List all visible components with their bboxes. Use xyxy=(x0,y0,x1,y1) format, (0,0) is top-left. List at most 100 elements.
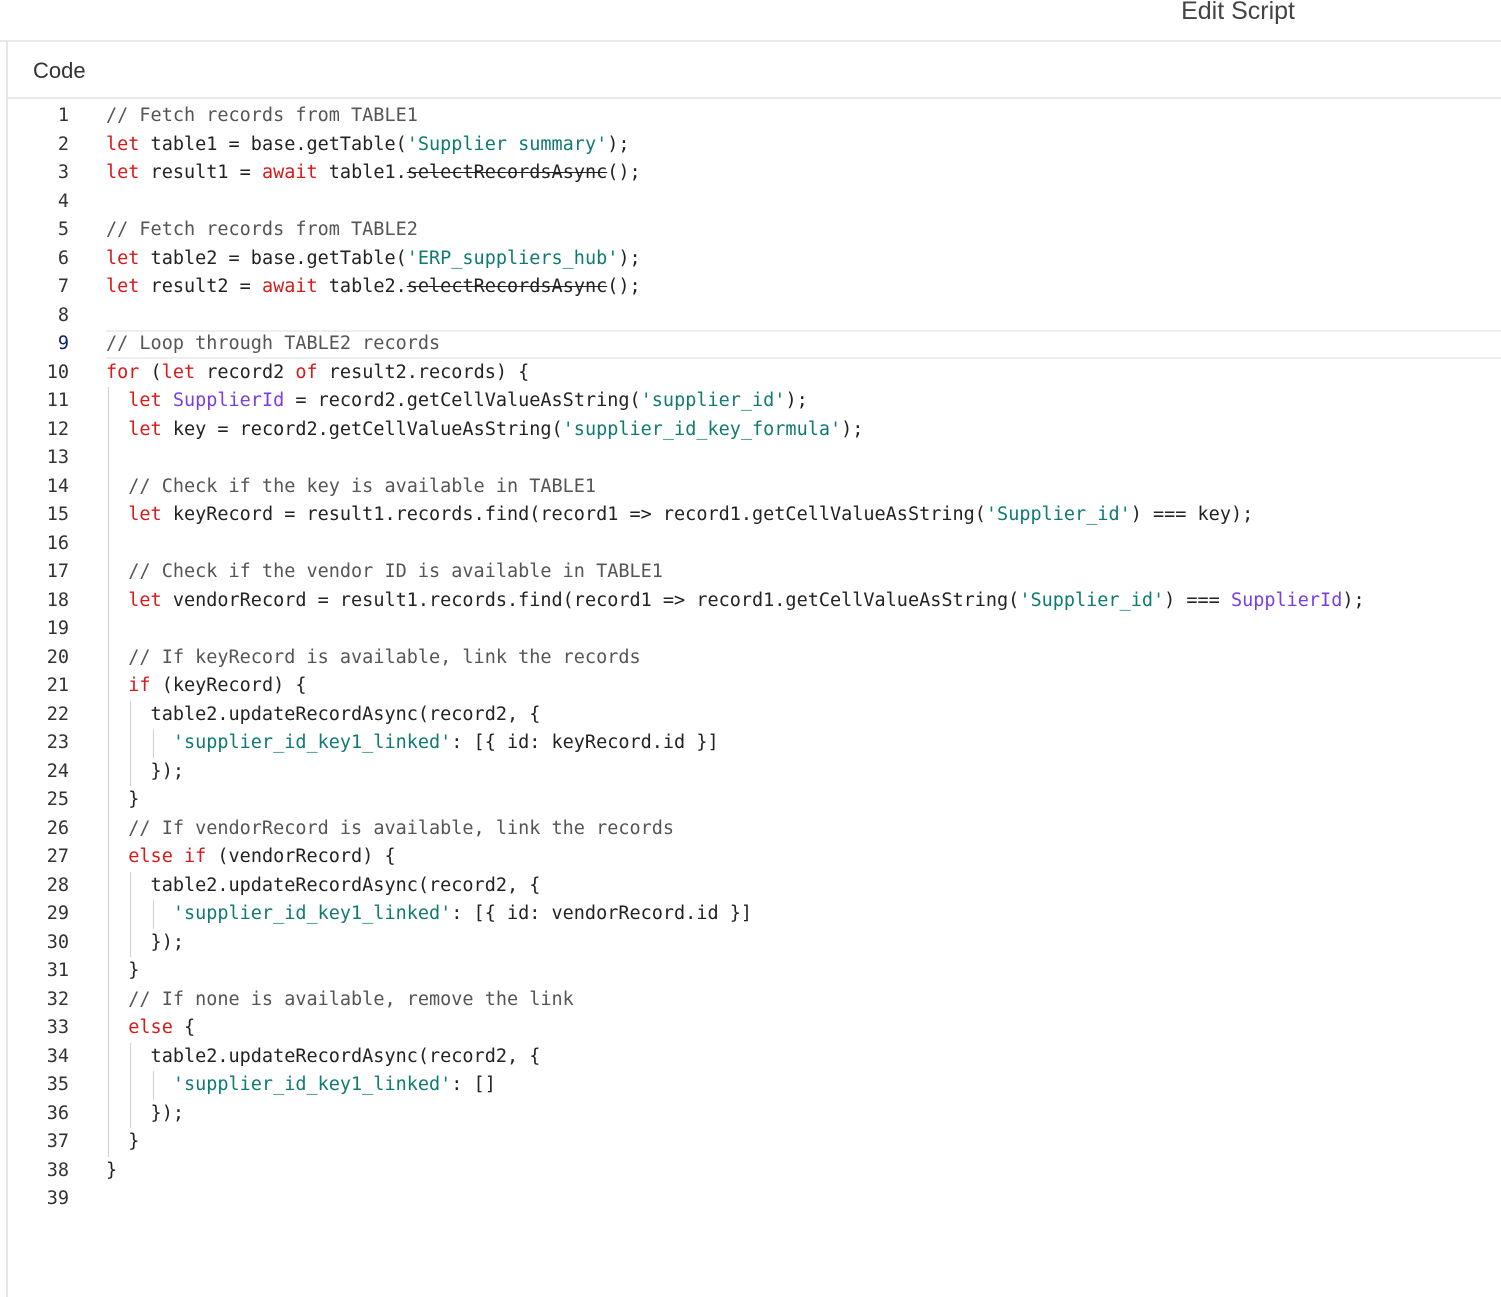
code-line[interactable]: 24 }); xyxy=(8,758,1501,787)
code-line[interactable]: 19 xyxy=(8,615,1501,644)
line-number: 15 xyxy=(46,504,69,525)
code-line[interactable]: 14 // Check if the key is available in T… xyxy=(8,473,1501,502)
line-number: 20 xyxy=(46,646,69,668)
code-token: = record2.getCellValueAsString( xyxy=(284,390,641,411)
code-token: { xyxy=(172,1017,196,1038)
code-token: let xyxy=(106,276,140,297)
code-token: vendorRecord = result1.records.find(reco… xyxy=(161,589,1020,611)
code-line[interactable]: 3 let result1 = await table1.selectRecord… xyxy=(8,159,1501,188)
code-panel: Code 1 // Fetch records from TABLE1 2 let t… xyxy=(6,42,1501,1297)
code-line[interactable]: 8 xyxy=(8,302,1501,331)
code-token: table2.updateRecordAsync(record2, { xyxy=(106,1045,541,1067)
code-line[interactable]: 38} xyxy=(8,1157,1501,1186)
code-line[interactable]: 6 let table2 = base.getTable('ERP_supplie… xyxy=(8,245,1501,274)
code-line[interactable]: 23 'supplier_id_key1_linked': [{ id: key… xyxy=(8,729,1501,758)
code-line[interactable]: 5 // Fetch records from TABLE2 xyxy=(8,216,1501,245)
line-number: 27 xyxy=(46,846,69,867)
code-token: (); xyxy=(607,276,641,297)
code-token: 'Supplier_id' xyxy=(985,504,1131,525)
code-line[interactable]: 10 for (let record2 of result2.records) { xyxy=(8,359,1501,388)
code-token: // Check if the vendor ID is available i… xyxy=(128,561,663,582)
code-token: ); xyxy=(785,390,808,411)
code-text: // If none is available, remove the link xyxy=(106,986,574,1015)
code-line[interactable]: 35 'supplier_id_key1_linked': [] xyxy=(8,1071,1501,1100)
code-line[interactable]: 34 table2.updateRecordAsync(record2, { xyxy=(8,1043,1501,1072)
code-line[interactable]: 13 xyxy=(8,444,1501,473)
code-panel-label: Code xyxy=(33,58,86,83)
code-line[interactable]: 20 // If keyRecord is available, link th… xyxy=(8,644,1501,673)
code-line[interactable]: 18 let vendorRecord = result1.records.fi… xyxy=(8,587,1501,616)
code-line[interactable]: 29 'supplier_id_key1_linked': [{ id: ven… xyxy=(8,900,1501,929)
code-line[interactable]: 11 let SupplierId = record2.getCellValue… xyxy=(8,387,1501,416)
code-token: selectRecordsAsync xyxy=(406,276,608,297)
code-line[interactable]: 22 table2.updateRecordAsync(record2, { xyxy=(8,701,1501,730)
code-line[interactable]: 33 else { xyxy=(8,1014,1501,1043)
code-token: result2.records) { xyxy=(317,361,530,383)
line-number: 26 xyxy=(46,817,69,839)
code-token: ); xyxy=(618,247,641,269)
code-editor[interactable]: 1 // Fetch records from TABLE1 2 let table1… xyxy=(8,99,1501,1297)
code-text: table2.updateRecordAsync(record2, { xyxy=(106,1043,541,1072)
line-number: 16 xyxy=(46,532,69,554)
code-line[interactable]: 7 let result2 = await table2.selectRecord… xyxy=(8,273,1501,302)
code-line[interactable]: 27 else if (vendorRecord) { xyxy=(8,843,1501,872)
code-line[interactable]: 12 let key = record2.getCellValueAsStrin… xyxy=(8,416,1501,445)
line-number: 30 xyxy=(46,931,69,953)
code-token: // If keyRecord is available, link the r… xyxy=(128,646,641,668)
code-text: // Check if the key is available in TABL… xyxy=(106,473,596,502)
code-token: 'Supplier_id' xyxy=(1019,589,1165,611)
code-line[interactable]: 1 // Fetch records from TABLE1 xyxy=(8,102,1501,131)
code-token: let xyxy=(106,162,140,183)
line-number: 28 xyxy=(46,874,69,896)
code-text: let keyRecord = result1.records.find(rec… xyxy=(106,501,1253,530)
code-line[interactable]: 2 let table1 = base.getTable('Supplier su… xyxy=(8,131,1501,160)
line-number: 35 xyxy=(46,1074,69,1095)
line-number: 7 xyxy=(57,276,69,297)
code-token: ); xyxy=(1342,589,1365,611)
line-number: 8 xyxy=(57,304,69,326)
code-token: ) === xyxy=(1164,589,1231,611)
code-line[interactable]: 26 // If vendorRecord is available, link… xyxy=(8,815,1501,844)
line-number: 5 xyxy=(57,219,69,240)
dialog-title: Edit Script xyxy=(1181,0,1295,25)
code-line[interactable]: 21 if (keyRecord) { xyxy=(8,672,1501,701)
code-line[interactable]: 36 }); xyxy=(8,1100,1501,1129)
code-line[interactable]: 9 // Loop through TABLE2 records xyxy=(58,330,1501,359)
code-line[interactable]: 4 xyxy=(8,188,1501,217)
code-text: // Fetch records from TABLE1 xyxy=(106,102,418,131)
code-line[interactable]: 25 } xyxy=(8,786,1501,815)
code-line[interactable]: 17 // Check if the vendor ID is availabl… xyxy=(8,558,1501,587)
code-line[interactable]: 28 table2.updateRecordAsync(record2, { xyxy=(8,872,1501,901)
code-token: table2. xyxy=(317,276,407,297)
line-number: 2 xyxy=(57,133,69,155)
indent-guide xyxy=(152,729,154,758)
code-line[interactable]: 15 let keyRecord = result1.records.find(… xyxy=(8,501,1501,530)
code-text: let result1 = await table1.selectRecords… xyxy=(106,159,641,188)
code-line[interactable]: 31 } xyxy=(8,957,1501,986)
code-token: ( xyxy=(139,361,162,383)
code-token: let xyxy=(106,247,140,269)
code-line[interactable]: 16 xyxy=(8,530,1501,559)
code-line[interactable]: 39 xyxy=(8,1185,1501,1214)
code-token: } xyxy=(106,960,140,981)
code-token: ); xyxy=(607,133,630,155)
code-token: if xyxy=(128,675,151,696)
line-number: 13 xyxy=(46,447,69,468)
indent-guide xyxy=(130,1042,132,1128)
code-token: table2 = base.getTable( xyxy=(139,247,407,269)
code-line[interactable]: 37 } xyxy=(8,1128,1501,1157)
indent-guide xyxy=(152,900,154,929)
code-line[interactable]: 30 }); xyxy=(8,929,1501,958)
code-text: let vendorRecord = result1.records.find(… xyxy=(106,587,1365,616)
code-line[interactable]: 32 // If none is available, remove the l… xyxy=(8,986,1501,1015)
code-text: table2.updateRecordAsync(record2, { xyxy=(106,701,541,730)
